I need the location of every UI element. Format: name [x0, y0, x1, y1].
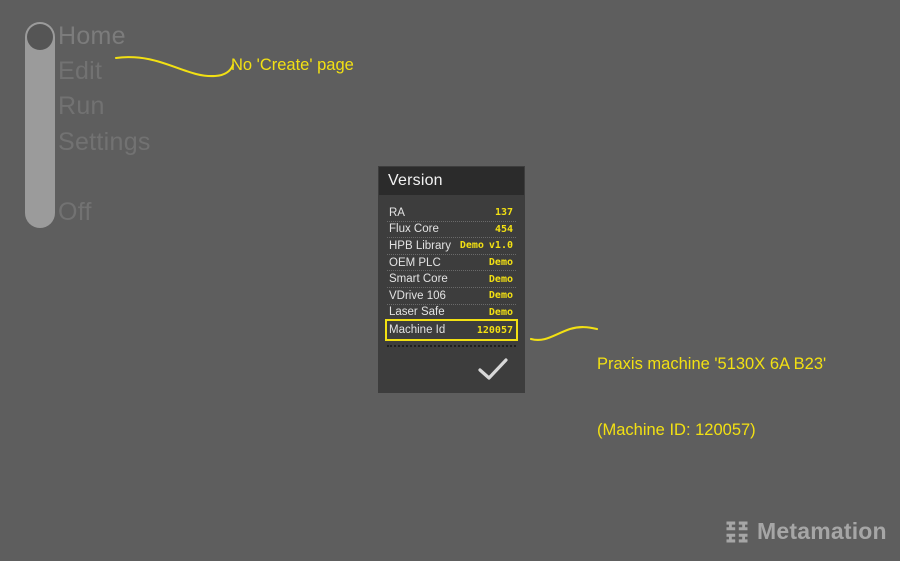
annotation-machine-info: Praxis machine '5130X 6A B23' (Machine I…: [597, 309, 826, 485]
metamation-pinwheel-icon: [726, 521, 748, 542]
app-screen: Home Edit Run Settings Off Version RA 13…: [0, 0, 900, 561]
brand-logo: Metamation: [726, 518, 887, 545]
annotation-machine-line2: (Machine ID: 120057): [597, 421, 756, 439]
annotation-no-create-page: No 'Create' page: [231, 56, 354, 74]
annotation-machine-line1: Praxis machine '5130X 6A B23': [597, 355, 827, 373]
brand-name: Metamation: [757, 518, 887, 544]
